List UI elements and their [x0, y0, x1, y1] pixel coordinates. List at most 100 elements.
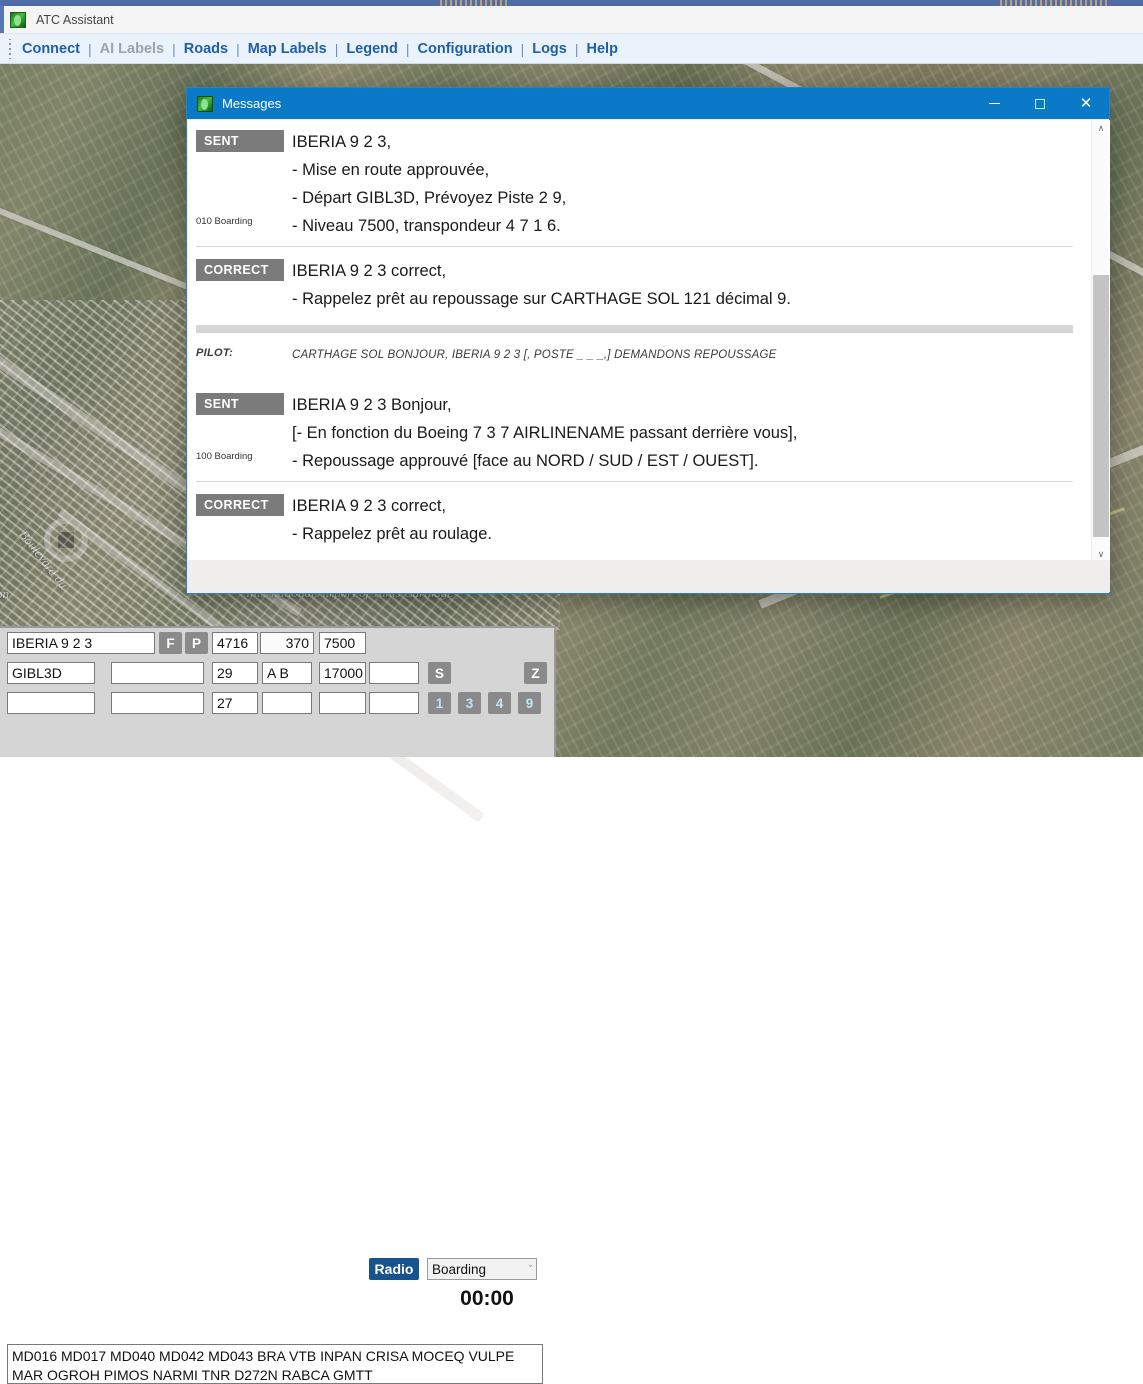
- route-textarea[interactable]: MD016 MD017 MD040 MD042 MD043 BRA VTB IN…: [7, 1344, 543, 1384]
- preset-button-9[interactable]: 9: [518, 692, 541, 714]
- message-line: IBERIA 9 2 3 correct,: [292, 497, 447, 515]
- message-line: - Repoussage approuvé [face au NORD / SU…: [292, 452, 759, 470]
- menu-item-connect[interactable]: Connect: [16, 39, 86, 59]
- messages-scroll-area[interactable]: SENT 010 Boarding IBERIA 9 2 3, - Mise e…: [188, 120, 1087, 563]
- message-tag-badge: SENT: [196, 393, 284, 415]
- timer-display: 00:00: [460, 1287, 514, 1310]
- map-roundabout: [44, 518, 88, 562]
- squawk-input[interactable]: 4716: [212, 632, 258, 654]
- message-divider: [196, 481, 1073, 482]
- message-line: IBERIA 9 2 3 correct,: [292, 262, 447, 280]
- menu-separator: |: [405, 40, 410, 57]
- message-sublabel: 100 Boarding: [196, 451, 253, 462]
- messages-vertical-scrollbar[interactable]: ∧ ∨: [1091, 120, 1109, 563]
- altitude-input[interactable]: 7500: [319, 632, 366, 654]
- message-sublabel: 010 Boarding: [196, 216, 253, 227]
- minimize-icon: [988, 103, 1000, 104]
- preset-button-1[interactable]: 1: [428, 692, 451, 714]
- menu-item-help[interactable]: Help: [581, 39, 624, 59]
- preset-button-3[interactable]: 3: [458, 692, 481, 714]
- flight-strip-panel: IBERIA 9 2 3 F P 4716 370 7500 Radio Boa…: [0, 626, 556, 1384]
- menu-separator: |: [236, 40, 240, 57]
- scroll-up-icon[interactable]: ∧: [1092, 120, 1110, 137]
- stand-input[interactable]: A B: [262, 662, 312, 684]
- message-line: - Niveau 7500, transpondeur 4 7 1 6.: [292, 217, 561, 235]
- message-entry-correct[interactable]: CORRECT IBERIA 9 2 3 correct, - Rappelez…: [188, 257, 1087, 313]
- titlebar-accent-line: [0, 6, 4, 33]
- map-road: [0, 330, 212, 508]
- maximize-icon: [1035, 98, 1045, 109]
- message-line: - Départ GIBL3D, Prévoyez Piste 2 9,: [292, 189, 567, 207]
- row3-field1-input[interactable]: [7, 692, 95, 714]
- row2-field6-input[interactable]: [369, 662, 419, 684]
- timer-zero-button[interactable]: Z: [524, 662, 547, 684]
- qnh-input[interactable]: 27: [212, 692, 258, 714]
- menu-item-ai-labels[interactable]: AI Labels: [94, 39, 170, 59]
- row3-field2-input[interactable]: [111, 692, 204, 714]
- chevron-down-icon: ˇ: [529, 1264, 532, 1274]
- menu-item-legend[interactable]: Legend: [340, 39, 404, 59]
- message-tag-badge: SENT: [196, 130, 284, 152]
- close-icon: ✕: [1079, 95, 1093, 112]
- menu-item-map-labels[interactable]: Map Labels: [242, 39, 333, 59]
- messages-dialog-title: Messages: [222, 96, 282, 111]
- message-tag-badge: CORRECT: [196, 259, 284, 281]
- message-section-divider: [196, 325, 1073, 333]
- messages-dialog-body: SENT 010 Boarding IBERIA 9 2 3, - Mise e…: [188, 120, 1110, 563]
- message-line: IBERIA 9 2 3,: [292, 133, 392, 151]
- menu-item-roads[interactable]: Roads: [178, 39, 234, 59]
- status-select[interactable]: Boarding ˇ: [427, 1258, 537, 1280]
- messages-list: SENT 010 Boarding IBERIA 9 2 3, - Mise e…: [188, 128, 1087, 563]
- message-divider: [196, 246, 1073, 247]
- close-button[interactable]: ✕: [1063, 88, 1109, 119]
- menu-separator: |: [88, 40, 92, 57]
- level-input[interactable]: 17000: [319, 662, 366, 684]
- speed-input[interactable]: 370: [260, 632, 314, 654]
- message-tag-badge: CORRECT: [196, 494, 284, 516]
- minimize-button[interactable]: [971, 88, 1017, 119]
- app-globe-icon: [197, 95, 213, 112]
- flightplan-p-button[interactable]: P: [185, 632, 208, 654]
- messages-dialog-titlebar[interactable]: Messages ✕: [187, 88, 1109, 119]
- menu-item-logs[interactable]: Logs: [526, 39, 573, 59]
- flightplan-f-button[interactable]: F: [159, 632, 182, 654]
- messages-dialog: Messages ✕ SENT 010 Boarding IBERIA 9 2 …: [186, 87, 1110, 594]
- status-select-value: Boarding: [432, 1261, 487, 1277]
- callsign-input[interactable]: IBERIA 9 2 3: [7, 632, 155, 654]
- radio-button[interactable]: Radio: [369, 1258, 419, 1280]
- row3-field4-input[interactable]: [262, 692, 312, 714]
- preset-button-4[interactable]: 4: [488, 692, 511, 714]
- message-line: - Mise en route approuvée,: [292, 161, 490, 179]
- maximize-button[interactable]: [1017, 88, 1063, 119]
- menu-separator: |: [172, 40, 176, 57]
- messages-dialog-footer: [188, 560, 1110, 592]
- message-line: [- En fonction du Boeing 7 3 7 AIRLINENA…: [292, 424, 798, 442]
- message-entry-sent[interactable]: SENT 100 Boarding IBERIA 9 2 3 Bonjour, …: [188, 391, 1087, 475]
- message-line: IBERIA 9 2 3 Bonjour,: [292, 396, 452, 414]
- row3-field6-input[interactable]: [369, 692, 419, 714]
- runway-input[interactable]: 29: [212, 662, 258, 684]
- menu-separator: |: [574, 40, 579, 57]
- timer-start-button[interactable]: S: [428, 662, 451, 684]
- message-pilot-tag: PILOT:: [196, 347, 234, 359]
- app-titlebar[interactable]: ATC Assistant: [0, 6, 1143, 33]
- message-entry-pilot[interactable]: PILOT: CARTHAGE SOL BONJOUR, IBERIA 9 2 …: [188, 345, 1087, 371]
- map-road-label: Boulevard du: [16, 527, 72, 592]
- menu-item-configuration[interactable]: Configuration: [412, 39, 519, 59]
- app-title: ATC Assistant: [36, 12, 114, 27]
- message-entry-sent[interactable]: SENT 010 Boarding IBERIA 9 2 3, - Mise e…: [188, 128, 1087, 240]
- app-globe-icon: [10, 11, 26, 28]
- menu-grip-handle[interactable]: [4, 38, 16, 59]
- sid-input[interactable]: GIBL3D: [7, 662, 95, 684]
- row2-field2-input[interactable]: [111, 662, 204, 684]
- scrollbar-thumb[interactable]: [1093, 275, 1109, 537]
- message-line: - Rappelez prêt au repoussage sur CARTHA…: [292, 290, 791, 308]
- message-entry-correct[interactable]: CORRECT IBERIA 9 2 3 correct, - Rappelez…: [188, 492, 1087, 548]
- menu-separator: |: [334, 40, 339, 57]
- map-road-label-partial: on: [0, 586, 9, 601]
- map-roundabout-center: [58, 532, 74, 548]
- menu-separator: |: [520, 40, 525, 57]
- message-line: - Rappelez prêt au roulage.: [292, 525, 492, 543]
- row3-field5-input[interactable]: [319, 692, 366, 714]
- main-menubar: Connect | AI Labels | Roads | Map Labels…: [0, 33, 1143, 64]
